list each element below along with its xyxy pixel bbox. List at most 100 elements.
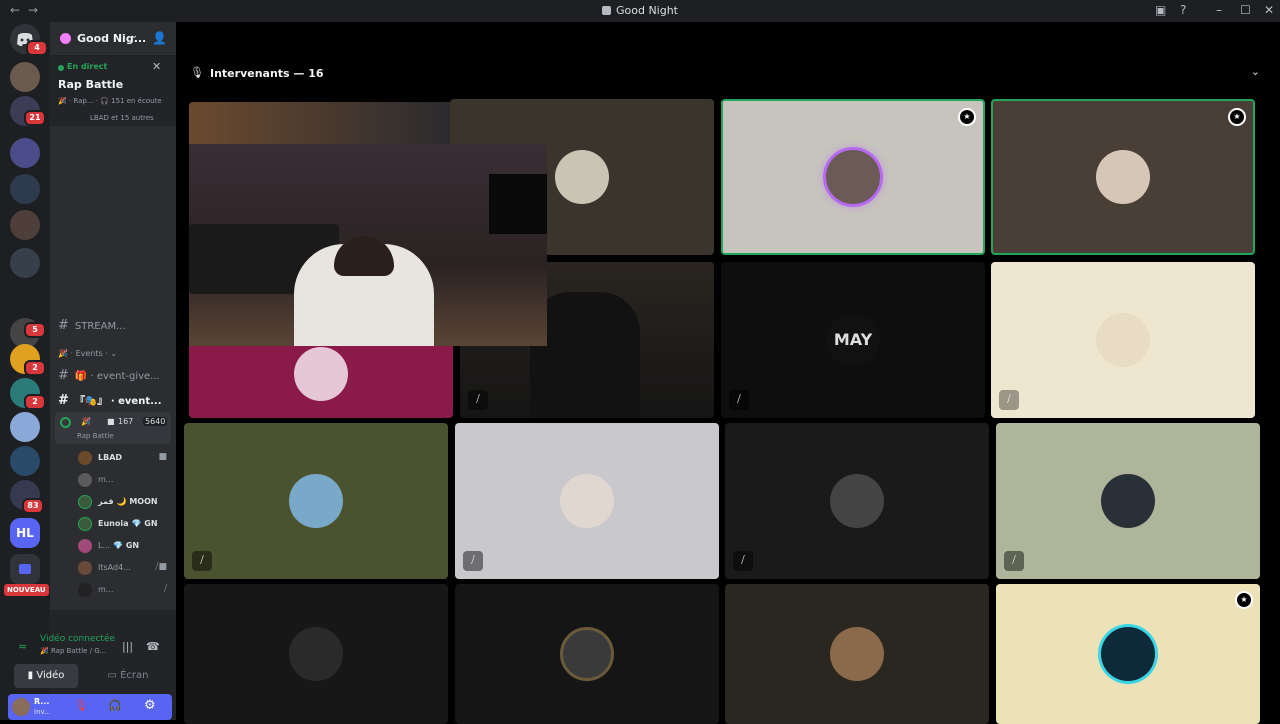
avatar — [78, 473, 92, 487]
stage-video-grid: 🎙 Intervenants — 16 ⌄ ★ ★ ★ ⧸ MAY ⧸ ⧸ ⧸ ⧸… — [176, 22, 1280, 724]
participant-tile-speaking[interactable]: ★ — [991, 99, 1255, 255]
live-dot-icon — [58, 65, 64, 71]
close-window-icon[interactable]: ✕ — [1264, 3, 1274, 17]
signal-icon[interactable]: ≈ — [18, 640, 27, 653]
guild-icon-1[interactable] — [10, 62, 40, 92]
voice-channel-rap-battle[interactable]: 🎉 ■ 167 5640 Rap Battle — [55, 412, 171, 444]
close-icon[interactable]: ✕ — [152, 60, 161, 73]
moderator-shield-icon: ★ — [1228, 108, 1246, 126]
moderator-shield-icon: ★ — [1235, 591, 1253, 609]
gear-icon[interactable]: ⚙ — [144, 698, 156, 713]
participant-tile[interactable] — [184, 584, 448, 724]
guild-badge: 2 — [24, 360, 46, 376]
avatar — [560, 474, 614, 528]
discord-home-icon[interactable]: 4 — [10, 24, 48, 56]
participant-tile[interactable]: ★ — [996, 584, 1260, 724]
screen-share-button[interactable]: ▭ Écran — [90, 664, 166, 688]
participant-tile[interactable]: ⧸ — [725, 423, 989, 579]
channel-stream[interactable]: # STREAM... — [58, 318, 126, 333]
connection-channel[interactable]: 🎉 Rap Battle / G... — [40, 647, 106, 655]
participant-tile[interactable] — [455, 584, 719, 724]
guild-icon-5[interactable] — [10, 210, 40, 240]
participant-tile[interactable]: ⧸ — [996, 423, 1260, 579]
mic-icon: 🎙 — [190, 66, 204, 79]
guild-icon-10[interactable] — [10, 412, 40, 442]
server-header[interactable]: Good Nig... ⌄ 👤 — [50, 22, 176, 56]
server-list: 4 21 5 2 2 83 HL NOUVEAU — [0, 22, 50, 720]
channel-sidebar: Good Nig... ⌄ 👤 En direct ✕ Rap Battle 🎉… — [8, 22, 176, 720]
muted-mic-icon: ⧸ — [163, 584, 167, 594]
voice-user[interactable]: m... — [78, 471, 173, 489]
voice-user[interactable]: Eunoia 💎 GN — [78, 515, 173, 533]
avatar — [78, 495, 92, 509]
inbox-icon[interactable]: ▣ — [1155, 3, 1166, 17]
guild-icon-8[interactable]: 2 — [10, 344, 46, 376]
participant-tile[interactable]: ⧸ — [184, 423, 448, 579]
mic-muted-icon: ⧸ — [463, 551, 483, 571]
avatar — [560, 627, 614, 681]
participant-tile[interactable]: ⧸ — [455, 423, 719, 579]
channel-event-give[interactable]: # 🎁 · event-give... — [58, 368, 160, 383]
disconnect-icon[interactable]: ☎ — [146, 640, 160, 653]
window-title: Good Night — [0, 4, 1280, 17]
guild-icon-11[interactable] — [10, 446, 40, 476]
guild-badge: 5 — [24, 322, 46, 338]
avatar — [555, 150, 609, 204]
mic-muted-icon: ⧸ — [1004, 551, 1024, 571]
participant-tile[interactable]: MAY ⧸ — [721, 262, 985, 418]
maximize-icon[interactable]: ☐ — [1240, 3, 1251, 17]
dm-badge: 4 — [26, 40, 48, 56]
hl-guild-icon[interactable]: HL — [10, 518, 40, 548]
headphones-icon[interactable]: 🎧 — [108, 699, 122, 712]
folder-icon[interactable] — [10, 554, 40, 584]
tv — [489, 174, 547, 234]
guild-icon-2[interactable]: 21 — [10, 96, 46, 126]
live-stage-banner[interactable]: En direct ✕ Rap Battle 🎉 · Rap... · 🎧 15… — [50, 56, 176, 126]
avatar — [294, 347, 348, 402]
category-events[interactable]: 🎉 · Events · ⌄ — [58, 349, 117, 358]
guild-icon-4[interactable] — [10, 174, 40, 204]
picture-in-picture-stream[interactable] — [189, 144, 547, 346]
participant-tile[interactable] — [725, 584, 989, 724]
guild-folder-icon[interactable]: 83 — [10, 480, 44, 514]
chevron-down-icon[interactable]: ⌄ — [130, 30, 138, 41]
live-participants: LBAD et 15 autres — [90, 114, 154, 122]
avatar — [830, 627, 884, 681]
channel-event[interactable]: # 『🎭』 · event... — [58, 392, 162, 408]
live-title: Rap Battle — [58, 78, 124, 91]
noise-suppression-icon[interactable]: ||| — [122, 640, 133, 653]
voice-user[interactable]: L... 💎 GN — [78, 537, 173, 555]
live-meta: 🎉 · Rap... · 🎧 151 en écoute — [58, 97, 162, 105]
guild-icon-6[interactable] — [10, 248, 40, 278]
mic-muted-icon[interactable]: 🎙 — [74, 699, 88, 712]
avatar — [826, 150, 880, 204]
mic-muted-icon: ⧸ — [468, 390, 488, 410]
mic-muted-icon: ⧸ — [733, 551, 753, 571]
minimize-icon[interactable]: – — [1216, 3, 1222, 17]
voice-user[interactable]: m... ⧸ — [78, 581, 173, 599]
voice-user[interactable]: ItsAd4... ⧸■ — [78, 559, 173, 577]
avatar — [78, 583, 92, 597]
collapse-chevron-icon[interactable]: ⌄ — [1251, 65, 1260, 78]
guild-badge: 21 — [24, 110, 46, 126]
video-button[interactable]: ▮ Vidéo — [14, 664, 78, 688]
voice-user[interactable]: قمر 🌙 MOON — [78, 493, 173, 511]
avatar — [78, 539, 92, 553]
participant-tile-speaking[interactable]: ★ — [721, 99, 985, 255]
user-panel: R... Inv... 🎙 🎧 ⚙ — [8, 694, 172, 720]
camera-icon: ■ — [107, 417, 115, 426]
speakers-count: Intervenants — 16 — [210, 67, 324, 80]
guild-icon-3[interactable] — [10, 138, 40, 168]
voice-user[interactable]: LBAD ■ — [78, 449, 173, 467]
avatar — [78, 561, 92, 575]
participant-tile[interactable]: ⧸ — [991, 262, 1255, 418]
user-status: Inv... — [34, 708, 51, 716]
voice-emoji: 🎉 — [81, 417, 91, 426]
invite-people-icon[interactable]: 👤 — [152, 31, 167, 45]
guild-icon-9[interactable]: 2 — [10, 378, 46, 410]
help-icon[interactable]: ? — [1180, 3, 1186, 17]
moderator-shield-icon: ★ — [958, 108, 976, 126]
avatar — [1101, 474, 1155, 528]
avatar[interactable] — [12, 698, 30, 716]
voice-connection-panel: ≈ Vidéo connectée 🎉 Rap Battle / G... ||… — [8, 610, 176, 720]
